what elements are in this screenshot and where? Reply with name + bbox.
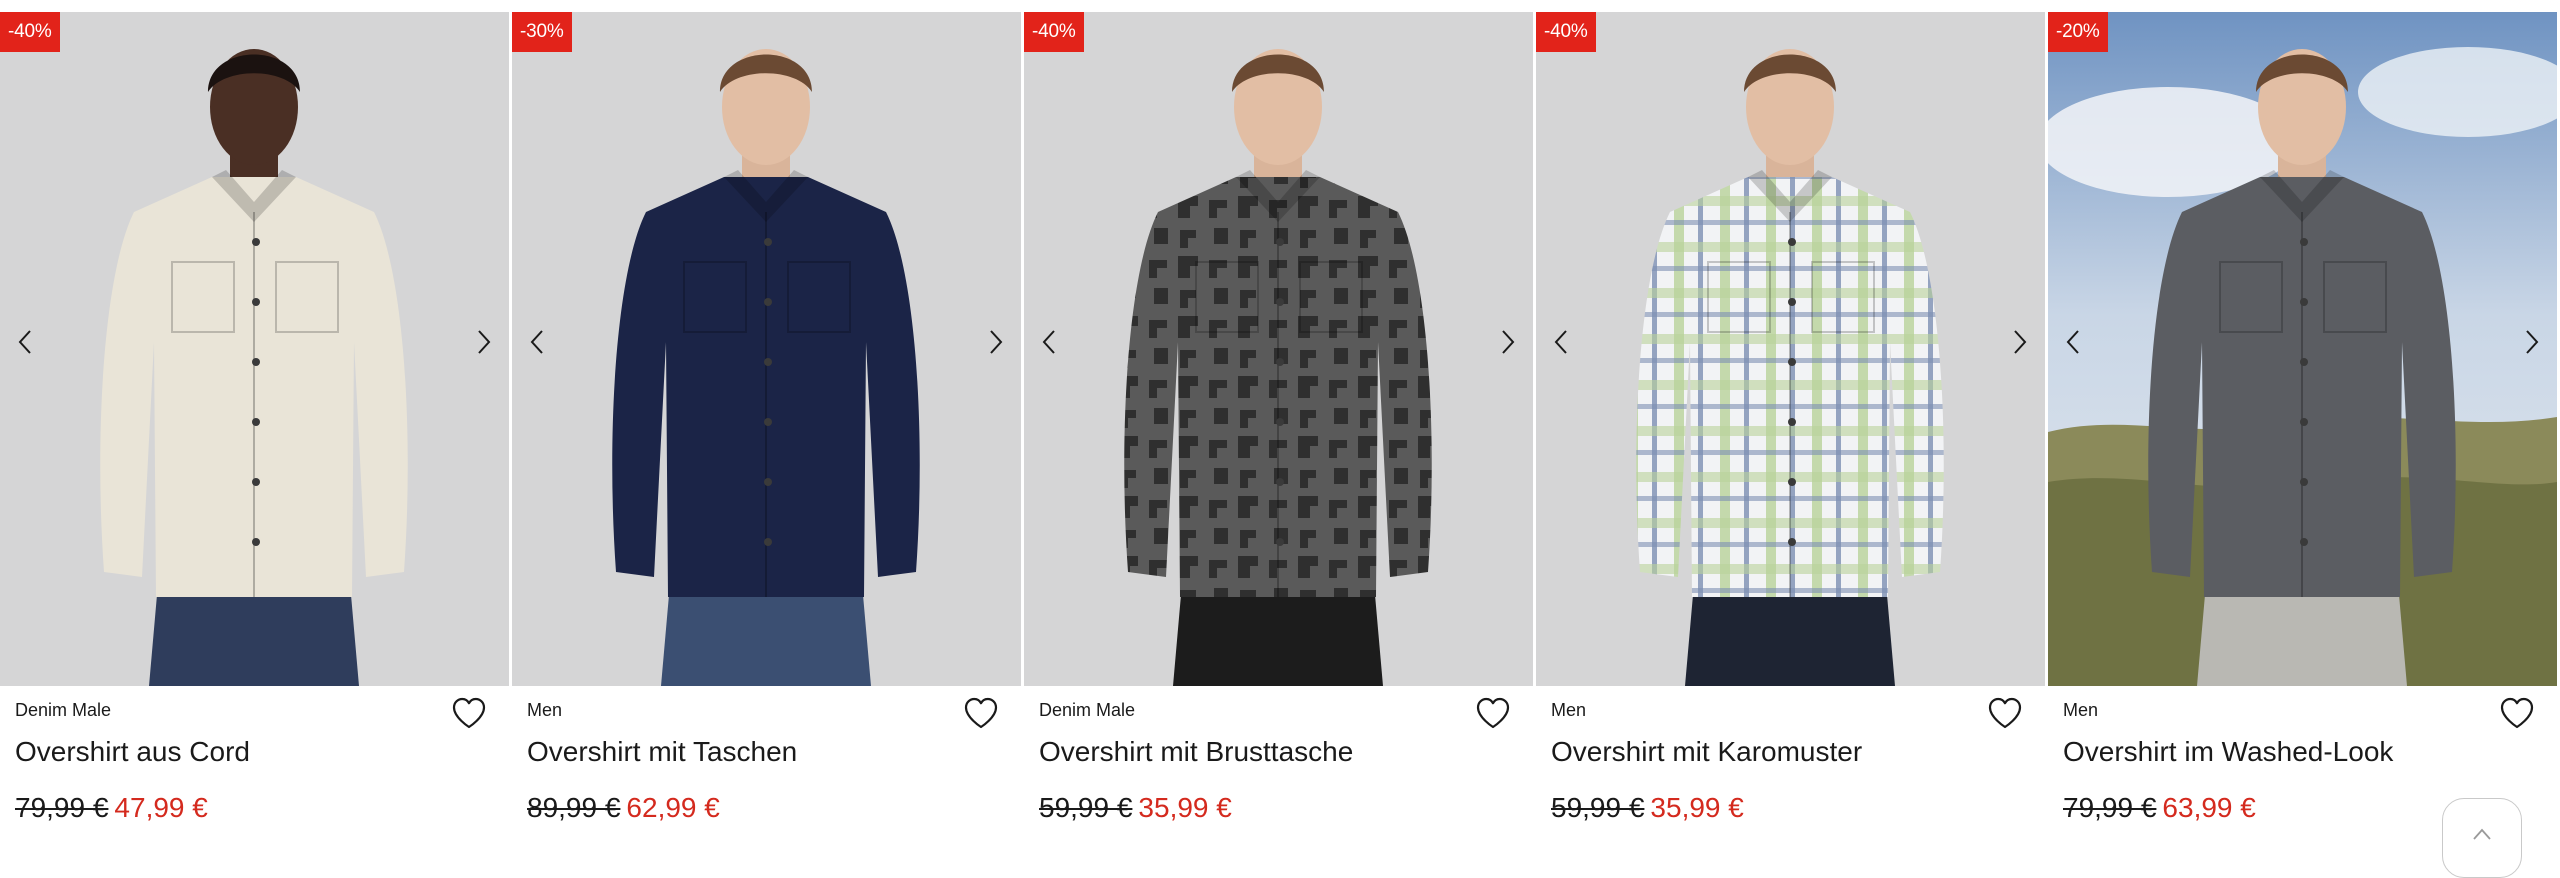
discount-badge: -40% xyxy=(1536,12,1596,52)
sale-price: 63,99 € xyxy=(2162,792,2256,823)
product-photo xyxy=(0,12,509,686)
discount-badge: -20% xyxy=(2048,12,2108,52)
product-photo xyxy=(1536,12,2045,686)
chevron-right-icon xyxy=(478,330,491,354)
wishlist-button[interactable] xyxy=(1475,696,1511,730)
next-image-button[interactable] xyxy=(979,318,1013,366)
sale-price: 62,99 € xyxy=(626,792,720,823)
product-title[interactable]: Overshirt im Washed-Look xyxy=(2063,736,2393,768)
discount-badge: -40% xyxy=(1024,12,1084,52)
discount-badge: -40% xyxy=(0,12,60,52)
wishlist-button[interactable] xyxy=(963,696,999,730)
previous-image-button[interactable] xyxy=(1544,318,1578,366)
product-photo xyxy=(1024,12,1533,686)
sale-price: 35,99 € xyxy=(1650,792,1744,823)
chevron-left-icon xyxy=(18,330,31,354)
heart-outline-icon xyxy=(1988,697,2022,729)
chevron-right-icon xyxy=(2014,330,2027,354)
chevron-left-icon xyxy=(1042,330,1055,354)
product-title[interactable]: Overshirt mit Taschen xyxy=(527,736,797,768)
product-image[interactable]: -40% xyxy=(0,12,509,686)
previous-image-button[interactable] xyxy=(1032,318,1066,366)
next-image-button[interactable] xyxy=(2003,318,2037,366)
product-brand: Men xyxy=(527,700,563,720)
product-card[interactable]: -20% Men Overshirt im Washed-Look 79,99 … xyxy=(2048,0,2557,843)
product-price: 59,99 €35,99 € xyxy=(1039,792,1232,824)
product-photo xyxy=(512,12,1021,686)
product-price: 59,99 €35,99 € xyxy=(1551,792,1744,824)
next-image-button[interactable] xyxy=(2515,318,2549,366)
chevron-right-icon xyxy=(990,330,1003,354)
next-image-button[interactable] xyxy=(467,318,501,366)
chevron-left-icon xyxy=(530,330,543,354)
product-brand: Men xyxy=(2063,700,2099,720)
sale-price: 47,99 € xyxy=(114,792,208,823)
product-brand: Denim Male xyxy=(1039,700,1136,720)
original-price: 89,99 € xyxy=(527,792,621,823)
wishlist-button[interactable] xyxy=(1987,696,2023,730)
scroll-to-top-button[interactable] xyxy=(2442,798,2522,878)
product-title[interactable]: Overshirt aus Cord xyxy=(15,736,250,768)
previous-image-button[interactable] xyxy=(8,318,42,366)
heart-outline-icon xyxy=(2500,697,2534,729)
product-grid: -40% Denim Male Overshirt aus Cord 79,99… xyxy=(0,0,2560,843)
original-price: 79,99 € xyxy=(2063,792,2157,823)
original-price: 79,99 € xyxy=(15,792,109,823)
wishlist-button[interactable] xyxy=(2499,696,2535,730)
product-title[interactable]: Overshirt mit Karomuster xyxy=(1551,736,1862,768)
product-price: 79,99 €63,99 € xyxy=(2063,792,2256,824)
original-price: 59,99 € xyxy=(1039,792,1133,823)
next-image-button[interactable] xyxy=(1491,318,1525,366)
sale-price: 35,99 € xyxy=(1138,792,1232,823)
product-title[interactable]: Overshirt mit Brusttasche xyxy=(1039,736,1353,768)
product-card[interactable]: -40% Men Overshirt mit Karomuster 59,99 … xyxy=(1536,0,2045,843)
product-card[interactable]: -30% Men Overshirt mit Taschen 89,99 €62… xyxy=(512,0,1021,843)
product-price: 89,99 €62,99 € xyxy=(527,792,720,824)
heart-outline-icon xyxy=(1476,697,1510,729)
chevron-left-icon xyxy=(1554,330,1567,354)
product-brand: Men xyxy=(1551,700,1587,720)
product-image[interactable]: -40% xyxy=(1536,12,2045,686)
previous-image-button[interactable] xyxy=(520,318,554,366)
product-brand: Denim Male xyxy=(15,700,112,720)
previous-image-button[interactable] xyxy=(2056,318,2090,366)
product-image[interactable]: -30% xyxy=(512,12,1021,686)
chevron-right-icon xyxy=(2526,330,2539,354)
heart-outline-icon xyxy=(452,697,486,729)
product-photo xyxy=(2048,12,2557,686)
product-image[interactable]: -20% xyxy=(2048,12,2557,686)
chevron-right-icon xyxy=(1502,330,1515,354)
wishlist-button[interactable] xyxy=(451,696,487,730)
chevron-left-icon xyxy=(2066,330,2079,354)
heart-outline-icon xyxy=(964,697,998,729)
product-card[interactable]: -40% Denim Male Overshirt mit Brusttasch… xyxy=(1024,0,1533,843)
product-price: 79,99 €47,99 € xyxy=(15,792,208,824)
discount-badge: -30% xyxy=(512,12,572,52)
product-card[interactable]: -40% Denim Male Overshirt aus Cord 79,99… xyxy=(0,0,509,843)
chevron-up-icon xyxy=(2473,828,2491,840)
product-image[interactable]: -40% xyxy=(1024,12,1533,686)
original-price: 59,99 € xyxy=(1551,792,1645,823)
